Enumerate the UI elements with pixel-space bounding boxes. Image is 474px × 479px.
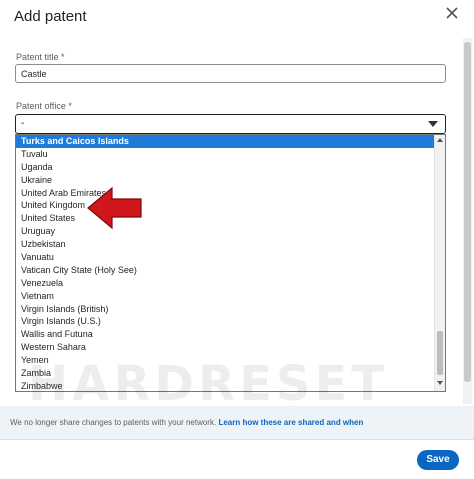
dialog-header: Add patent [0,0,474,38]
dialog-title: Add patent [14,8,87,25]
dropdown-option[interactable]: Uzbekistan [16,238,436,251]
scroll-down-icon[interactable] [437,381,443,385]
patent-title-label: Patent title * [16,52,65,62]
listbox-scrollbar[interactable] [434,135,445,391]
dropdown-option[interactable]: Western Sahara [16,341,436,354]
dropdown-option[interactable]: Virgin Islands (British) [16,303,436,316]
patent-office-label: Patent office * [16,101,72,111]
dropdown-option[interactable]: Zimbabwe [16,380,436,392]
patent-office-value: - [21,118,24,129]
dropdown-option[interactable]: Uganda [16,161,436,174]
patent-office-select[interactable]: - [15,114,446,134]
dialog-scrollbar-thumb[interactable] [464,42,471,382]
scroll-up-icon[interactable] [437,138,443,142]
chevron-down-icon [428,121,438,127]
dropdown-option[interactable]: Virgin Islands (U.S.) [16,315,436,328]
save-button[interactable]: Save [417,450,459,470]
patent-title-input[interactable]: Castle [15,64,446,83]
close-icon[interactable] [443,4,461,22]
patent-office-listbox[interactable]: Turks and Caicos IslandsTuvaluUgandaUkra… [15,134,446,392]
dropdown-option[interactable]: United States [16,212,436,225]
footer-divider [0,439,474,440]
dropdown-option[interactable]: Wallis and Futuna [16,328,436,341]
dropdown-option[interactable]: Ukraine [16,174,436,187]
info-text: We no longer share changes to patents wi… [10,418,216,427]
info-banner: We no longer share changes to patents wi… [0,406,474,439]
listbox-scrollbar-thumb[interactable] [437,331,443,375]
dropdown-option[interactable]: United Kingdom [16,199,436,212]
dialog-scrollbar[interactable] [463,38,472,404]
dropdown-option[interactable]: United Arab Emirates [16,187,436,200]
dropdown-option[interactable]: Vanuatu [16,251,436,264]
dropdown-option[interactable]: Tuvalu [16,148,436,161]
option-list: Turks and Caicos IslandsTuvaluUgandaUkra… [16,135,436,392]
dropdown-option[interactable]: Turks and Caicos Islands [16,135,436,148]
dropdown-option[interactable]: Zambia [16,367,436,380]
dropdown-option[interactable]: Yemen [16,354,436,367]
red-arrow-annotation [86,186,144,230]
learn-more-link[interactable]: Learn how these are shared and when [218,418,363,427]
dropdown-option[interactable]: Uruguay [16,225,436,238]
dropdown-option[interactable]: Venezuela [16,277,436,290]
dropdown-option[interactable]: Vietnam [16,290,436,303]
dropdown-option[interactable]: Vatican City State (Holy See) [16,264,436,277]
